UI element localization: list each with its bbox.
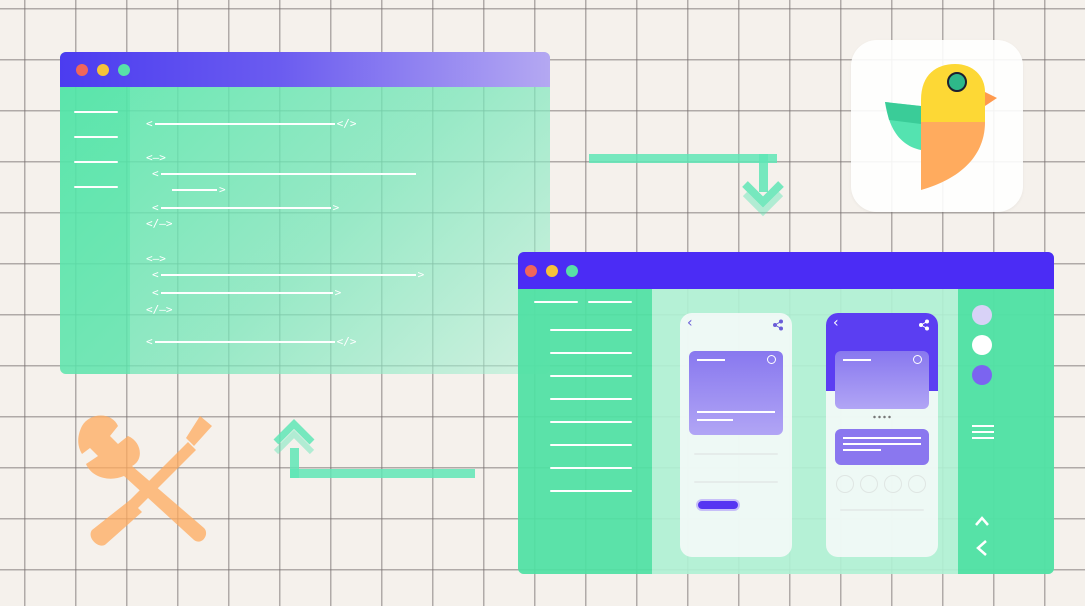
sidebar-item[interactable] <box>550 421 632 423</box>
chevron-left-icon[interactable] <box>974 539 990 557</box>
avatar[interactable] <box>908 475 926 493</box>
phone-avatar-row <box>836 475 936 495</box>
app-builder-sidebar <box>518 289 652 574</box>
phone-text-line <box>694 481 778 483</box>
code-line: < > <box>152 268 425 281</box>
color-swatch[interactable] <box>972 335 992 355</box>
sidebar-item[interactable] <box>550 467 632 469</box>
share-icon[interactable] <box>918 319 930 331</box>
app-window-titlebar <box>518 252 1054 289</box>
code-line: <—> <box>146 151 166 164</box>
wrench-screwdriver-icon <box>78 415 212 546</box>
card-badge-icon <box>767 355 776 364</box>
phone-header: ‹ <box>680 313 792 335</box>
chevron-up-icon[interactable] <box>974 515 990 527</box>
sidebar-line <box>74 161 118 163</box>
maximize-dot[interactable] <box>566 264 578 277</box>
parrot-icon <box>885 64 997 190</box>
phone-mockup-2[interactable]: ‹ <box>826 313 938 557</box>
phone-text-line <box>694 453 778 455</box>
phone-text-line <box>840 509 924 511</box>
code-line: < <box>152 168 418 180</box>
properties-panel <box>958 289 1054 574</box>
carousel-dots[interactable] <box>872 415 892 419</box>
chevron-left-icon[interactable]: ‹ <box>833 315 839 331</box>
card-badge-icon <box>913 355 922 364</box>
color-swatch[interactable] <box>972 305 992 325</box>
avatar[interactable] <box>884 475 902 493</box>
minimize-dot[interactable] <box>97 63 109 76</box>
sidebar-tab[interactable] <box>588 301 632 303</box>
code-line: </—> <box>146 217 173 230</box>
sidebar-item[interactable] <box>550 375 632 377</box>
design-canvas[interactable]: ‹ ‹ <box>652 289 958 574</box>
arrow-down-icon <box>589 154 784 217</box>
share-icon[interactable] <box>772 319 784 331</box>
avatar[interactable] <box>860 475 878 493</box>
sidebar-item[interactable] <box>550 352 632 354</box>
sidebar-line <box>74 111 118 113</box>
sidebar-item[interactable] <box>550 329 632 331</box>
color-swatch[interactable] <box>972 365 992 385</box>
code-line: < > <box>152 201 340 214</box>
close-dot[interactable] <box>525 264 537 277</box>
code-line: > <box>170 184 226 196</box>
sidebar-item[interactable] <box>550 490 632 492</box>
arrow-up-icon <box>273 419 475 478</box>
code-window-titlebar <box>60 52 550 87</box>
minimize-dot[interactable] <box>546 264 558 277</box>
code-editor-window: < </> <—> < > < > </—> <—> < > < > </—> < </> <box>60 52 550 374</box>
maximize-dot[interactable] <box>118 63 130 76</box>
avatar[interactable] <box>836 475 854 493</box>
hamburger-menu-icon[interactable] <box>972 425 994 439</box>
phone-button[interactable] <box>696 499 740 511</box>
sidebar-item[interactable] <box>550 444 632 446</box>
code-window-sidebar <box>60 87 130 374</box>
app-builder-window: ‹ ‹ <box>518 252 1054 574</box>
code-line: < </> <box>146 335 357 348</box>
phone-header: ‹ <box>826 313 938 335</box>
phone-card[interactable] <box>835 351 929 409</box>
code-line: </—> <box>146 303 173 316</box>
app-logo-tile[interactable] <box>851 40 1023 212</box>
phone-mockup-1[interactable]: ‹ <box>680 313 792 557</box>
code-line: < > <box>152 286 342 299</box>
sidebar-line <box>74 136 118 138</box>
chevron-left-icon[interactable]: ‹ <box>687 315 693 331</box>
sidebar-line <box>74 186 118 188</box>
close-dot[interactable] <box>76 63 88 76</box>
phone-card[interactable] <box>835 429 929 465</box>
code-line: < </> <box>146 117 357 130</box>
sidebar-item[interactable] <box>550 398 632 400</box>
phone-card[interactable] <box>689 351 783 435</box>
sidebar-tab[interactable] <box>534 301 578 303</box>
code-line: <—> <box>146 252 166 265</box>
